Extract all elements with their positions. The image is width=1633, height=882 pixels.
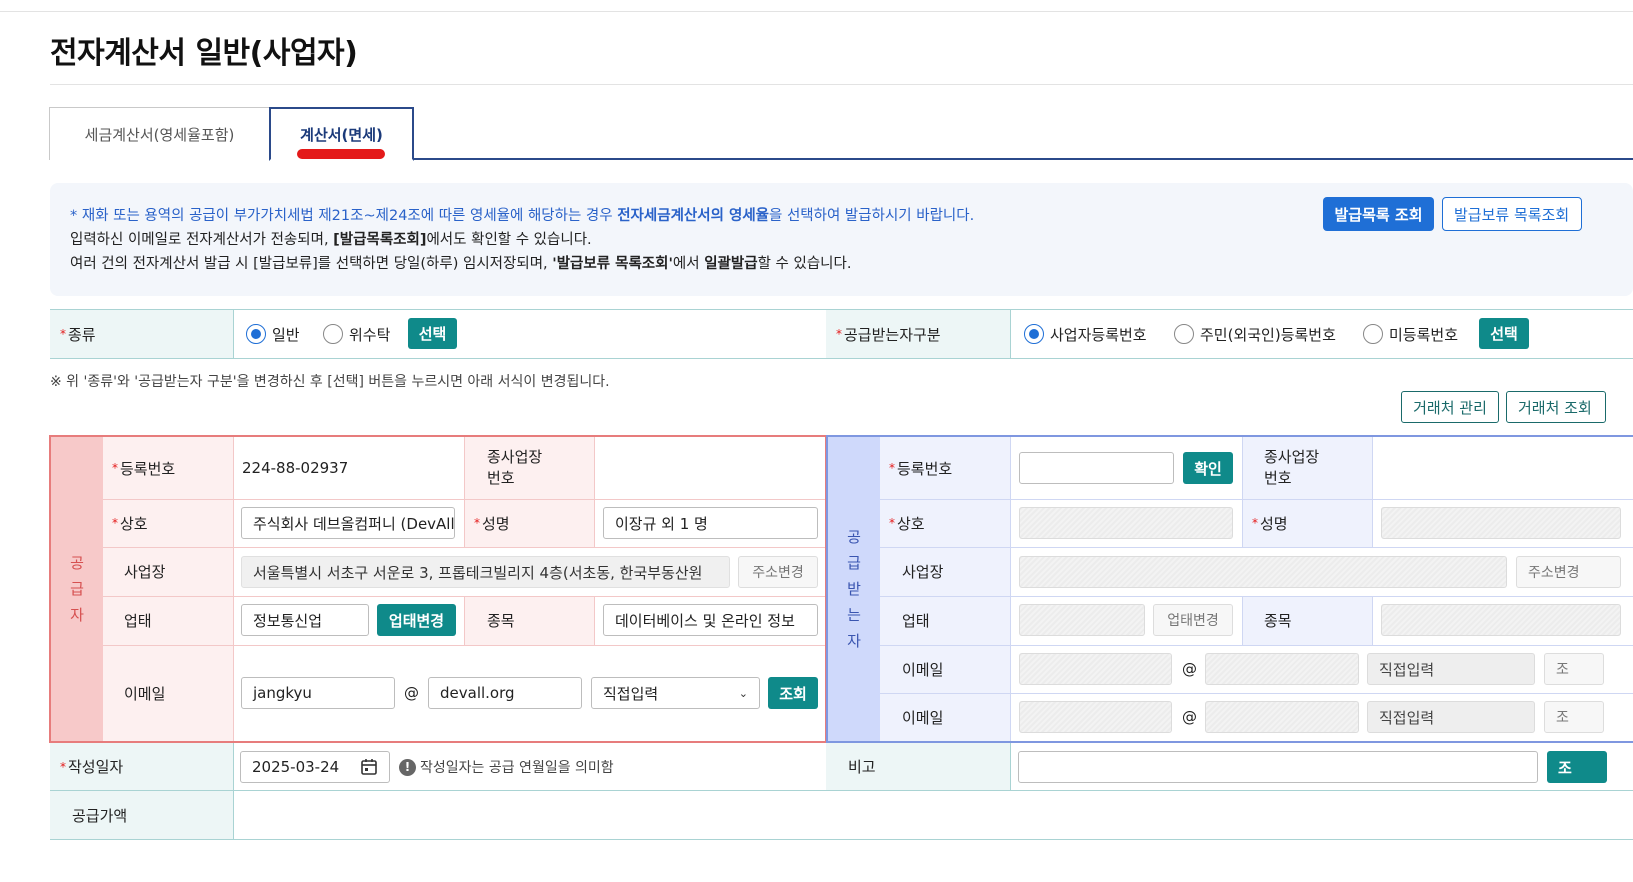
supplier-business-input[interactable]: 정보통신업 bbox=[241, 604, 369, 636]
supplier-email-at: @ bbox=[404, 684, 419, 702]
supplier-item-label: 종목 bbox=[487, 612, 515, 630]
receiver-option-business[interactable]: 사업자등록번호 bbox=[1024, 310, 1147, 358]
type-option-consignment[interactable]: 위수탁 bbox=[323, 310, 390, 358]
receiver-email2-label: 이메일 bbox=[902, 708, 944, 727]
radio-selected-icon[interactable] bbox=[1024, 324, 1044, 344]
supplier-item-input[interactable]: 데이터베이스 및 온라인 정보 bbox=[603, 604, 818, 636]
type-label-cell: * 종류 bbox=[50, 310, 233, 358]
type-label: 종류 bbox=[68, 325, 96, 344]
receiver-branch-label: 종사업장 번호 bbox=[1264, 448, 1320, 487]
radio-icon[interactable] bbox=[1174, 324, 1194, 344]
receiver-address-label: 사업장 bbox=[902, 563, 944, 581]
supplier-email-domain-select[interactable]: 직접입력 ⌄ bbox=[591, 677, 760, 709]
supplier-business-label: 업태 bbox=[124, 612, 152, 630]
supply-amount-label: 공급가액 bbox=[72, 806, 128, 825]
supplier-address-input: 서울특별시 서초구 서운로 3, 프롭테크빌리지 4층(서초동, 한국부동산원 bbox=[241, 556, 730, 588]
receiver-email2-at: @ bbox=[1182, 708, 1197, 726]
radio-selected-icon[interactable] bbox=[246, 324, 266, 344]
remark-label-cell: 비고 bbox=[826, 743, 1010, 790]
supplier-change-address-button[interactable]: 주소변경 bbox=[738, 556, 818, 588]
title-divider bbox=[50, 84, 1633, 85]
receiver-email2-select[interactable]: 직접입력 bbox=[1367, 701, 1535, 733]
info-icon: ! bbox=[399, 758, 416, 776]
supplier-side-label: 공 급 자 bbox=[51, 437, 103, 741]
chevron-down-icon: ⌄ bbox=[738, 686, 748, 700]
active-tab-marker bbox=[297, 149, 385, 159]
tab-tax-invoice[interactable]: 세금계산서(영세율포함) bbox=[49, 107, 270, 160]
tab-label: 세금계산서(영세율포함) bbox=[84, 125, 235, 144]
receiver-regno-label: * 등록번호 bbox=[889, 459, 953, 478]
receiver-email1-id-input[interactable] bbox=[1019, 653, 1172, 685]
supplier-change-business-button[interactable]: 업태변경 bbox=[377, 604, 456, 636]
tab-invoice-exempt[interactable]: 계산서(면세) bbox=[269, 107, 414, 161]
receiver-email1-label: 이메일 bbox=[902, 660, 944, 679]
receiver-email2-lookup-button[interactable]: 조 bbox=[1544, 701, 1604, 733]
supplier-email-id-input[interactable]: jangkyu bbox=[241, 677, 395, 709]
date-label: 작성일자 bbox=[68, 758, 124, 776]
issue-list-button[interactable]: 발급목록 조회 bbox=[1323, 197, 1434, 231]
receiver-regno-input[interactable] bbox=[1019, 452, 1174, 484]
receiver-business-input[interactable] bbox=[1019, 604, 1145, 636]
receiver-email1-domain-input[interactable] bbox=[1205, 653, 1359, 685]
type-select-button[interactable]: 선택 bbox=[408, 318, 457, 349]
supplier-name-label: * 성명 bbox=[474, 514, 510, 533]
client-lookup-button[interactable]: 거래처 조회 bbox=[1506, 391, 1606, 423]
receiver-side-label: 공 급 받 는 자 bbox=[828, 437, 880, 741]
receiver-confirm-button[interactable]: 확인 bbox=[1183, 452, 1233, 484]
remark-input[interactable] bbox=[1018, 751, 1538, 783]
receiver-item-label: 종목 bbox=[1264, 612, 1292, 630]
client-manage-button[interactable]: 거래처 관리 bbox=[1401, 391, 1499, 423]
radio-icon[interactable] bbox=[323, 324, 343, 344]
receiver-email1-lookup-button[interactable]: 조 bbox=[1544, 653, 1604, 685]
calendar-icon[interactable] bbox=[360, 758, 378, 776]
date-input[interactable]: 2025-03-24 bbox=[240, 751, 390, 783]
remark-lookup-button[interactable]: 조 bbox=[1547, 751, 1607, 783]
receiver-change-address-button[interactable]: 주소변경 bbox=[1516, 556, 1621, 588]
radio-icon[interactable] bbox=[1363, 324, 1383, 344]
receiver-name-label: * 성명 bbox=[1252, 514, 1288, 533]
date-hint: ! 작성일자는 공급 연월일을 의미함 bbox=[399, 751, 614, 783]
receiver-option-unregistered[interactable]: 미등록번호 bbox=[1363, 310, 1458, 358]
page-title: 전자계산서 일반(사업자) bbox=[50, 36, 358, 71]
notice-line-3: 여러 건의 전자계산서 발급 시 [발급보류]를 선택하면 당일(하루) 임시저… bbox=[70, 256, 852, 272]
change-note: ※ 위 '종류'와 '공급받는자 구분'을 변경하신 후 [선택] 버튼을 누르… bbox=[50, 374, 610, 390]
notice-line-2: 입력하신 이메일로 전자계산서가 전송되며, [발급목록조회]에서도 확인할 수… bbox=[70, 232, 592, 248]
supplier-company-label: * 상호 bbox=[112, 514, 148, 533]
supplier-regno-label: * 등록번호 bbox=[112, 459, 176, 478]
receiver-email1-select[interactable]: 직접입력 bbox=[1367, 653, 1535, 685]
date-label-cell: * 작성일자 bbox=[50, 743, 233, 790]
notice-line-1: * 재화 또는 용역의 공급이 부가가치세법 제21조~제24조에 따른 영세율… bbox=[70, 208, 975, 224]
receiver-email2-id-input[interactable] bbox=[1019, 701, 1172, 733]
hold-list-button[interactable]: 발급보류 목록조회 bbox=[1442, 197, 1582, 231]
receiver-business-label: 업태 bbox=[902, 612, 930, 630]
receiver-item-input[interactable] bbox=[1381, 604, 1621, 636]
receiver-name-input[interactable] bbox=[1381, 507, 1621, 539]
supplier-email-domain-input[interactable]: devall.org bbox=[428, 677, 582, 709]
supplier-company-input[interactable]: 주식회사 데브올컴퍼니 (DevAll bbox=[241, 507, 455, 539]
receiver-address-input[interactable] bbox=[1019, 556, 1507, 588]
supplier-name-input[interactable]: 이장규 외 1 명 bbox=[603, 507, 818, 539]
supplier-regno-value: 224-88-02937 bbox=[242, 459, 349, 477]
receiver-email2-domain-input[interactable] bbox=[1205, 701, 1359, 733]
receiver-type-label-cell: * 공급받는자구분 bbox=[826, 310, 1010, 358]
tab-label: 계산서(면세) bbox=[300, 125, 383, 144]
receiver-company-input[interactable] bbox=[1019, 507, 1233, 539]
type-option-normal[interactable]: 일반 bbox=[246, 310, 300, 358]
receiver-change-business-button[interactable]: 업태변경 bbox=[1153, 604, 1233, 636]
receiver-option-resident[interactable]: 주민(외국인)등록번호 bbox=[1174, 310, 1336, 358]
receiver-email1-at: @ bbox=[1182, 660, 1197, 678]
supplier-email-lookup-button[interactable]: 조회 bbox=[768, 677, 818, 709]
receiver-company-label: * 상호 bbox=[889, 514, 925, 533]
supply-amount-label-cell: 공급가액 bbox=[50, 791, 233, 839]
receiver-type-label: 공급받는자구분 bbox=[844, 325, 941, 344]
remark-label: 비고 bbox=[848, 758, 876, 776]
supplier-email-label: 이메일 bbox=[124, 684, 166, 703]
supplier-address-label: 사업장 bbox=[124, 563, 166, 581]
top-divider bbox=[0, 11, 1633, 12]
receiver-select-button[interactable]: 선택 bbox=[1479, 318, 1529, 349]
supplier-branch-label: 종사업장 번호 bbox=[487, 448, 543, 487]
